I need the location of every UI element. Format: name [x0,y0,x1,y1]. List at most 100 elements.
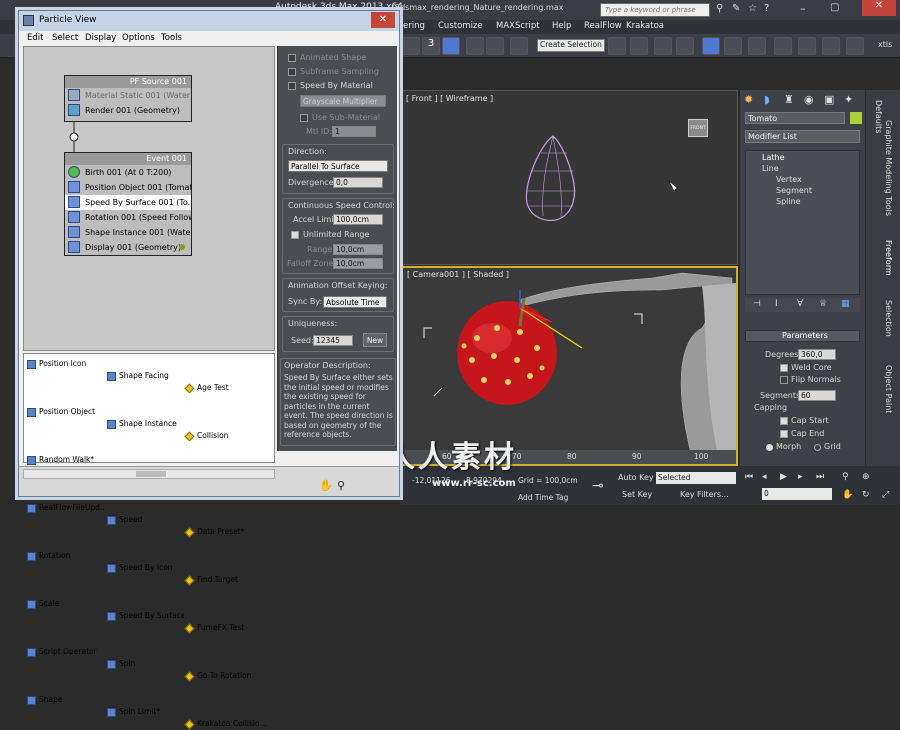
binoculars-icon[interactable]: ⚲ [716,3,723,14]
depot-item[interactable]: Shape Facing [106,370,184,382]
configure-modifiers-icon[interactable]: ▦ [841,299,850,309]
cap-end-checkbox[interactable] [780,430,788,438]
parameters-rollout-header[interactable]: Parameters [745,330,860,342]
edit-named-sets-icon[interactable] [510,37,528,55]
percent-snap-icon[interactable] [466,37,484,55]
layer-manager-icon[interactable] [654,37,672,55]
side-tab-object-paint[interactable]: Object Paint [884,365,893,413]
depot-item[interactable]: Random Walk* [26,454,104,466]
degrees-field[interactable]: 360,0 [798,349,836,360]
modifier-list-dropdown[interactable]: Modifier List [745,130,860,143]
make-unique-icon[interactable]: ∀ [797,299,803,309]
modify-tab-icon[interactable]: ◗ [764,93,770,106]
event-op-shape-instance[interactable]: Shape Instance 001 (Water... [65,225,191,240]
sync-dropdown[interactable]: Absolute Time [323,296,387,308]
key-filters-button[interactable]: Key Filters... [680,490,729,499]
zoom-icon[interactable]: ⚲ [842,472,849,482]
named-selection-set-dropdown[interactable]: Create Selection S [537,39,605,52]
pv-menu-edit[interactable]: Edit [27,33,43,43]
depot-item[interactable]: Collision [184,430,266,442]
depot-item[interactable]: Age Test [184,382,266,394]
object-color-swatch[interactable] [850,112,862,124]
stack-item-line[interactable]: Line [762,164,779,173]
event-op-speed-by-surface[interactable]: Speed By Surface 001 (To... [65,195,191,210]
menu-realflow[interactable]: RealFlow [584,21,622,31]
hierarchy-tab-icon[interactable]: ♜ [784,93,794,106]
side-tab-graphite[interactable]: Graphite Modeling Tools [884,120,893,216]
divergence-field[interactable]: 0,0 [333,177,383,188]
side-tab-freeform[interactable]: Freeform [884,240,893,276]
use-sub-material-checkbox[interactable] [300,114,308,122]
depot-item[interactable]: Scale [26,598,104,610]
auto-key-button[interactable]: Auto Key [618,473,654,482]
mirror-icon[interactable] [608,37,626,55]
utilities-tab-icon[interactable]: ✦ [844,93,853,106]
viewcube-icon[interactable]: FRONT [688,119,708,137]
pv-menu-display[interactable]: Display [85,33,116,43]
depot-item[interactable]: Find Target [184,574,266,586]
goto-end-icon[interactable]: ⏭ [816,472,824,482]
event-node[interactable]: Event 001 Birth 001 (At 0 T:200) Positio… [64,152,192,256]
render-icon[interactable] [822,37,840,55]
menu-krakatoa[interactable]: Krakatoa [626,21,664,31]
menu-customize[interactable]: Customize [438,21,483,31]
stack-item-spline[interactable]: Spline [776,197,801,206]
menu-maxscript[interactable]: MAXScript [496,21,540,31]
mtl-id-field[interactable]: 1 [332,126,376,137]
display-tab-icon[interactable]: ▣ [824,93,834,106]
particle-view-close-icon[interactable]: ✕ [371,12,395,28]
particle-view-title-bar[interactable]: Particle View ✕ [19,11,399,31]
event-op-birth[interactable]: Birth 001 (At 0 T:200) [65,165,191,180]
particle-flow-graph[interactable]: PF Source 001 Material Static 001 (Water… [23,46,275,351]
angle-snap-toggle-icon[interactable] [442,37,460,55]
remove-modifier-icon[interactable]: ♕ [819,299,827,309]
render-setup-icon[interactable] [774,37,792,55]
viewport-front[interactable]: [ Front ] [ Wireframe ] FRONT [400,90,738,265]
star-icon[interactable]: ☆ [748,3,757,14]
range-field[interactable]: 10,0cm [333,244,383,255]
cap-start-checkbox[interactable] [780,417,788,425]
pv-menu-tools[interactable]: Tools [161,33,182,43]
depot-scroll-thumb[interactable] [136,471,166,477]
speed-by-material-checkbox[interactable] [288,82,296,90]
subframe-checkbox[interactable] [288,68,296,76]
pin-stack-icon[interactable]: ⊣ [753,299,761,309]
motion-tab-icon[interactable]: ◉ [804,93,814,106]
depot-item[interactable]: Speed [106,514,184,526]
weld-core-checkbox[interactable] [780,364,788,372]
flip-normals-checkbox[interactable] [780,376,788,384]
orbit-icon[interactable]: ↻ [862,490,870,500]
depot-item[interactable]: Spin Limit* [106,706,184,718]
stack-item-lathe[interactable]: Lathe [762,153,785,162]
depot-item[interactable]: Krakatoa Collisio... [184,718,266,730]
show-end-result-icon[interactable]: Ⅰ [775,299,778,309]
add-time-tag[interactable]: Add Time Tag [518,493,568,502]
seed-field[interactable]: 12345 [313,335,353,346]
pf-source-node[interactable]: PF Source 001 Material Static 001 (Water… [64,75,192,122]
prev-frame-icon[interactable]: ◂ [762,472,767,482]
depot-item[interactable]: Rotation [26,550,104,562]
next-frame-icon[interactable]: ▸ [798,472,803,482]
set-key-button[interactable]: Set Key [622,490,652,499]
help-icon[interactable]: ? [764,3,769,14]
minimize-icon[interactable]: – [800,2,806,15]
grid-radio[interactable] [814,444,821,451]
depot-item[interactable]: Speed By Surface [106,610,184,622]
maximize-viewport-icon[interactable]: ⤢ [882,490,889,500]
depot-item[interactable]: Shape Instance [106,418,184,430]
depot-item[interactable]: Go To Rotation [184,670,266,682]
depot-scrollbar[interactable] [23,469,275,479]
close-icon[interactable]: ✕ [862,0,896,16]
object-name-field[interactable]: Tomato [745,112,845,124]
direction-dropdown[interactable]: Parallel To Surface [288,160,388,172]
side-tab-defaults[interactable]: Defaults [874,100,883,133]
render-teapot-icon[interactable] [846,37,864,55]
material-editor-icon[interactable] [748,37,766,55]
search-input[interactable] [600,3,710,17]
schematic-view-icon[interactable] [724,37,742,55]
depot-item[interactable]: RealFlowFileUpd... [26,502,104,514]
snap-toggle-icon[interactable] [402,37,420,55]
animated-shape-checkbox[interactable] [288,54,296,62]
morph-radio[interactable] [766,444,773,451]
menu-rendering[interactable]: ering [403,21,425,31]
